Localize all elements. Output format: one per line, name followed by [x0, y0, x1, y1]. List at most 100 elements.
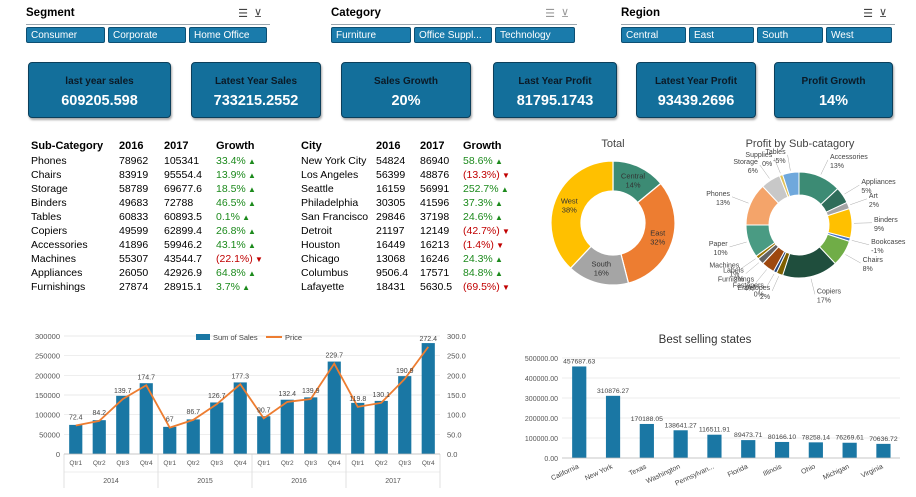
multi-select-icon[interactable]: ☰	[238, 8, 254, 20]
leader-line	[844, 184, 860, 195]
triangle-up-icon: ▲	[492, 255, 503, 264]
cell-text: 43.1%	[216, 239, 246, 251]
slicer-item-corporate[interactable]: Corporate	[108, 27, 186, 43]
slice-percent-label: 6%	[748, 168, 758, 175]
cell-text: Houston	[301, 239, 341, 251]
cell-text: 37.3%	[463, 197, 493, 209]
slice-name-label: Phones	[706, 191, 730, 198]
clear-filter-icon[interactable]: ⊻	[879, 8, 893, 20]
slicer-item-office-supplies[interactable]: Office Suppl...	[414, 27, 492, 43]
cell-text: 26050	[119, 267, 149, 279]
clear-filter-icon[interactable]: ⊻	[561, 8, 575, 20]
state-category-label: California	[550, 463, 580, 482]
row-label: Binders	[31, 196, 119, 210]
kpi-card-sales-growth: Sales Growth 20%	[341, 62, 471, 118]
slice-percent-label: 10%	[714, 250, 728, 257]
row-label: Machines	[31, 252, 119, 266]
cell-text: 27874	[119, 281, 149, 293]
slice-name-label: Bookcases	[871, 239, 906, 246]
state-bar	[842, 442, 857, 458]
slicer-item-east[interactable]: East	[689, 27, 754, 43]
value-cell: 42926.9	[164, 266, 216, 280]
price-data-label: 177.3	[231, 373, 249, 380]
growth-cell: 58.6% ▲	[463, 154, 516, 168]
slicer-item-south[interactable]: South	[757, 27, 823, 43]
cell-text: 54824	[376, 155, 406, 167]
value-cell: 105341	[164, 154, 216, 168]
slicer-item-west[interactable]: West	[826, 27, 892, 43]
growth-cell: (69.5%) ▼	[463, 280, 516, 294]
state-category-label: Texas	[628, 463, 648, 477]
slicer-item-furniture[interactable]: Furniture	[331, 27, 411, 43]
state-bar	[707, 434, 722, 458]
slice-percent-label: 14%	[626, 180, 641, 189]
slicer-item-consumer[interactable]: Consumer	[26, 27, 105, 43]
slicer-divider	[621, 24, 895, 25]
state-bar	[774, 441, 790, 458]
cell-text: 16159	[376, 183, 406, 195]
quarter-tick: Qtr3	[398, 460, 411, 467]
slicer-item-home-office[interactable]: Home Office	[189, 27, 267, 43]
left-axis-tick: 0	[56, 450, 60, 459]
cell-text: 49599	[119, 225, 149, 237]
slicer-item-central[interactable]: Central	[621, 27, 686, 43]
cell-text: 16449	[376, 239, 406, 251]
multi-select-icon[interactable]: ☰	[545, 8, 561, 20]
quarter-tick: Qtr1	[351, 460, 364, 467]
segment-slicer-icons: ☰⊻	[238, 7, 268, 20]
state-value-label: 70636.72	[869, 436, 898, 443]
cell-text: 5630.5	[420, 281, 453, 293]
state-bar	[605, 395, 621, 458]
cell-text: 252.7%	[463, 183, 499, 195]
row-label: Houston	[301, 238, 376, 252]
slicer-item-technology[interactable]: Technology	[495, 27, 575, 43]
table-row: New York City 54824 86940 58.6% ▲	[301, 154, 516, 168]
kpi-card-last-year-profit: Last Year Profit 81795.1743	[493, 62, 617, 118]
right-axis-tick: 100.0	[447, 411, 466, 420]
cell-text: 49683	[119, 197, 149, 209]
kpi-label: Latest Year Profit	[654, 76, 738, 87]
row-label: New York City	[301, 154, 376, 168]
y-axis-tick: 300000.00	[525, 396, 558, 403]
price-data-label: 272.4	[419, 336, 437, 343]
price-data-label: 84.2	[92, 410, 106, 417]
multi-select-icon[interactable]: ☰	[863, 8, 879, 20]
cell-text: 41596	[420, 197, 450, 209]
kpi-value: 93439.2696	[657, 93, 735, 109]
cell-text: 24.6%	[463, 211, 493, 223]
slice-percent-label: 0%	[762, 161, 772, 168]
clear-filter-icon[interactable]: ⊻	[254, 8, 268, 20]
sales-bar	[186, 419, 200, 454]
cell-text: (42.7%)	[463, 225, 500, 237]
slice-name-label: West	[561, 197, 579, 206]
row-label: Seattle	[301, 182, 376, 196]
slice-percent-label: 8%	[863, 266, 873, 273]
cell-text: 42926.9	[164, 267, 202, 279]
table-row: Furnishings 27874 28915.1 3.7% ▲	[31, 280, 263, 294]
cell-text: 3.7%	[216, 281, 240, 293]
state-value-label: 457687.63	[563, 358, 595, 365]
value-cell: 49683	[119, 196, 164, 210]
cell-text: 72788	[164, 197, 194, 209]
row-label: Columbus	[301, 266, 376, 280]
price-data-label: 229.7	[325, 353, 343, 360]
kpi-card-profit-growth: Profit Growth 14%	[774, 62, 893, 118]
triangle-up-icon: ▲	[245, 199, 256, 208]
cell-text: 86940	[420, 155, 450, 167]
value-cell: 9506.4	[376, 266, 420, 280]
slicer-divider	[26, 24, 270, 25]
kpi-value: 81795.1743	[516, 93, 594, 109]
region-slicer-title: Region	[621, 7, 660, 19]
region-slicer-icons: ☰⊻	[863, 7, 893, 20]
table-row: Columbus 9506.4 17571 84.8% ▲	[301, 266, 516, 280]
cell-text: 56399	[376, 169, 406, 181]
cell-text: 59946.2	[164, 239, 202, 251]
cell-text: Philadelphia	[301, 197, 359, 209]
cell-text: 84.8%	[463, 267, 493, 279]
leader-line	[820, 159, 829, 175]
state-value-label: 116511.91	[699, 427, 730, 434]
table-row: Detroit 21197 12149 (42.7%) ▼	[301, 224, 516, 238]
value-cell: 48876	[420, 168, 463, 182]
year-tick: 2015	[197, 478, 213, 485]
row-label: Detroit	[301, 224, 376, 238]
